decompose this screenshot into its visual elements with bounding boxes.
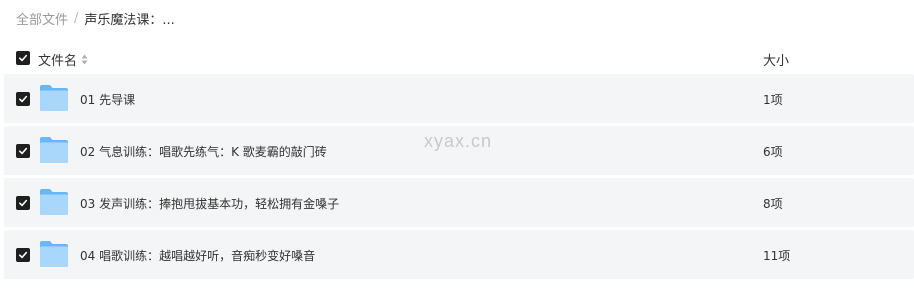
breadcrumb: 全部文件 / 声乐魔法课：...: [16, 9, 175, 28]
folder-icon: [40, 241, 68, 267]
checkmark-icon: [19, 95, 28, 103]
filename-column-header[interactable]: 文件名: [38, 50, 88, 69]
row-checkbox[interactable]: [16, 248, 30, 262]
checkmark-icon: [19, 147, 28, 155]
row-checkbox[interactable]: [16, 92, 30, 106]
file-list-page: 全部文件 / 声乐魔法课：... 文件名 大小 01 先导课 1项 02 气息训…: [0, 0, 914, 289]
folder-icon: [40, 85, 68, 111]
checkmark-icon: [19, 199, 28, 207]
file-size: 8项: [763, 197, 783, 211]
list-header: 文件名 大小: [0, 44, 914, 72]
row-checkbox[interactable]: [16, 144, 30, 158]
file-row[interactable]: 01 先导课 1项: [4, 74, 914, 123]
checkmark-icon: [19, 251, 28, 259]
file-name[interactable]: 01 先导课: [80, 91, 135, 108]
row-checkbox[interactable]: [16, 196, 30, 210]
file-row[interactable]: 03 发声训练：捧抱甩拔基本功，轻松拥有金嗓子 8项: [4, 178, 914, 227]
file-row[interactable]: 04 唱歌训练：越唱越好听，音痴秒变好嗓音 11项: [4, 230, 914, 279]
breadcrumb-root-link[interactable]: 全部文件: [16, 9, 68, 28]
file-size: 1项: [763, 93, 783, 107]
folder-icon: [40, 189, 68, 215]
file-name[interactable]: 03 发声训练：捧抱甩拔基本功，轻松拥有金嗓子: [80, 195, 339, 212]
file-size: 11项: [763, 249, 791, 263]
checkmark-icon: [19, 54, 28, 62]
file-name[interactable]: 02 气息训练：唱歌先练气：K 歌麦霸的敲门砖: [80, 143, 327, 160]
file-name[interactable]: 04 唱歌训练：越唱越好听，音痴秒变好嗓音: [80, 247, 315, 264]
select-all-checkbox[interactable]: [16, 51, 30, 65]
sort-icon[interactable]: [81, 54, 88, 65]
breadcrumb-current: 声乐魔法课：...: [84, 13, 175, 28]
file-size: 6项: [763, 145, 783, 159]
filename-header-label: 文件名: [38, 54, 78, 69]
folder-icon: [40, 137, 68, 163]
size-column-header: 大小: [763, 54, 790, 69]
watermark: xyax.cn: [424, 131, 493, 151]
breadcrumb-separator: /: [74, 11, 79, 26]
